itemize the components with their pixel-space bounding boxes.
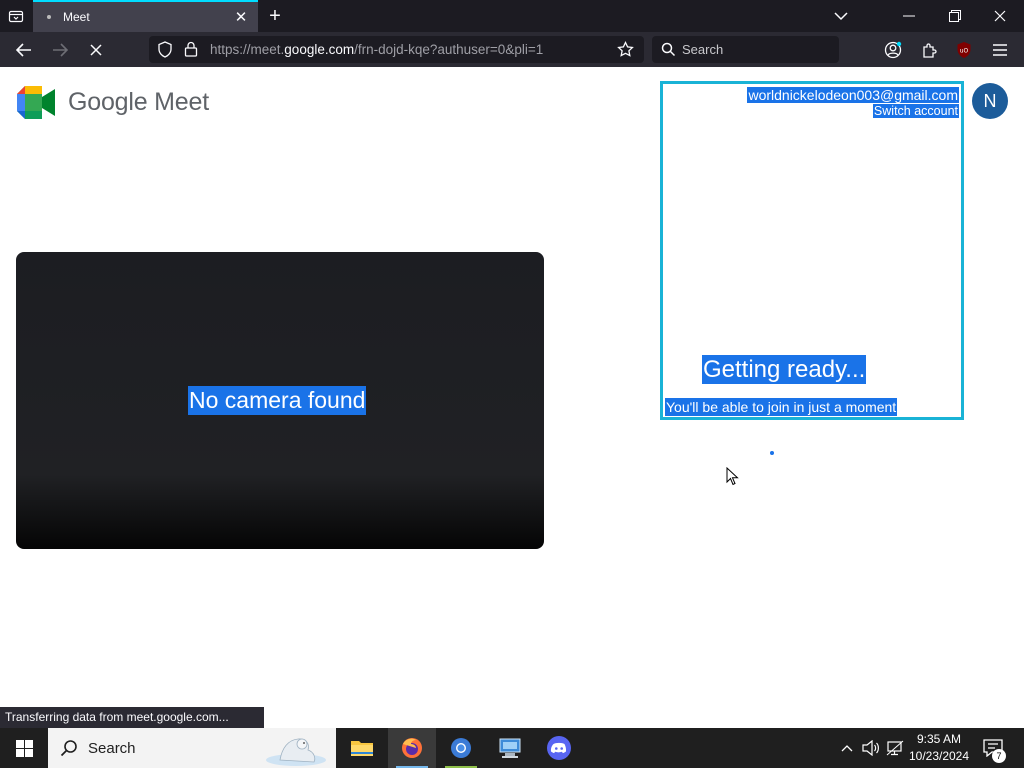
- switch-account-link[interactable]: Switch account: [872, 104, 959, 118]
- volume-icon[interactable]: [860, 728, 882, 768]
- brand-name: Google Meet: [68, 88, 209, 116]
- restore-icon[interactable]: [940, 5, 970, 27]
- bookmark-star-icon[interactable]: [617, 40, 634, 63]
- firefox-icon[interactable]: [388, 728, 436, 768]
- taskbar-search-icon: [60, 739, 78, 762]
- stop-loading-icon[interactable]: [84, 38, 108, 62]
- taskbar: Search 9:35 AM 10/23/2024: [0, 728, 1024, 768]
- google-meet-logo-icon: [17, 86, 55, 119]
- avatar[interactable]: N: [972, 83, 1008, 119]
- join-subtext: You'll be able to join in just a moment: [665, 398, 898, 416]
- address-bar[interactable]: https://meet.google.com/frn-dojd-kqe?aut…: [149, 36, 644, 63]
- join-panel: worldnickelodeon003@gmail.com Switch acc…: [660, 81, 964, 420]
- tab-list-icon[interactable]: [5, 6, 27, 26]
- tab-close-icon[interactable]: ✕: [232, 8, 250, 26]
- back-arrow-icon[interactable]: [12, 38, 36, 62]
- menu-icon[interactable]: [988, 38, 1012, 62]
- notification-count-badge: 7: [992, 749, 1006, 763]
- account-email: worldnickelodeon003@gmail.com: [747, 87, 959, 103]
- search-highlight-art-icon: [266, 738, 326, 766]
- search-bar[interactable]: Search: [652, 36, 839, 63]
- taskbar-clock[interactable]: 9:35 AM 10/23/2024: [904, 731, 974, 765]
- list-all-tabs-icon[interactable]: [826, 5, 856, 27]
- chromium-icon[interactable]: [437, 728, 485, 768]
- tracking-shield-icon[interactable]: [157, 41, 173, 63]
- account-icon[interactable]: [881, 38, 905, 62]
- close-window-icon[interactable]: [985, 5, 1015, 27]
- getting-ready-heading: Getting ready...: [702, 355, 867, 384]
- minimize-icon[interactable]: [894, 5, 924, 27]
- network-icon[interactable]: [884, 728, 906, 768]
- no-camera-message: No camera found: [188, 386, 367, 415]
- ublock-icon[interactable]: uO: [952, 38, 976, 62]
- nav-toolbar: https://meet.google.com/frn-dojd-kqe?aut…: [0, 32, 1024, 67]
- tab-strip: Meet ✕ +: [0, 0, 1024, 32]
- tab-meet[interactable]: Meet ✕: [33, 0, 258, 32]
- loading-dot-icon: [47, 15, 51, 19]
- loading-spinner-icon: [770, 451, 774, 455]
- remote-desktop-icon[interactable]: [486, 728, 534, 768]
- windows-start-icon[interactable]: [0, 728, 48, 768]
- clock-time: 9:35 AM: [916, 732, 962, 746]
- clock-date: 10/23/2024: [908, 749, 970, 763]
- taskbar-search-box[interactable]: Search: [48, 728, 336, 768]
- status-bar: Transferring data from meet.google.com..…: [0, 707, 264, 728]
- search-placeholder: Search: [682, 42, 724, 57]
- forward-arrow-icon[interactable]: [48, 38, 72, 62]
- new-tab-icon[interactable]: +: [264, 5, 286, 27]
- show-hidden-icons-chevron-icon[interactable]: [837, 728, 857, 768]
- mouse-cursor-icon: [726, 467, 739, 486]
- file-explorer-icon[interactable]: [338, 728, 386, 768]
- lock-icon[interactable]: [184, 41, 198, 62]
- taskbar-search-label: Search: [88, 740, 136, 757]
- url-text[interactable]: https://meet.google.com/frn-dojd-kqe?aut…: [210, 42, 543, 57]
- discord-icon[interactable]: [535, 728, 583, 768]
- extensions-icon[interactable]: [917, 38, 941, 62]
- svg-text:uO: uO: [960, 48, 969, 55]
- tab-title: Meet: [63, 10, 90, 24]
- search-icon: [661, 42, 676, 62]
